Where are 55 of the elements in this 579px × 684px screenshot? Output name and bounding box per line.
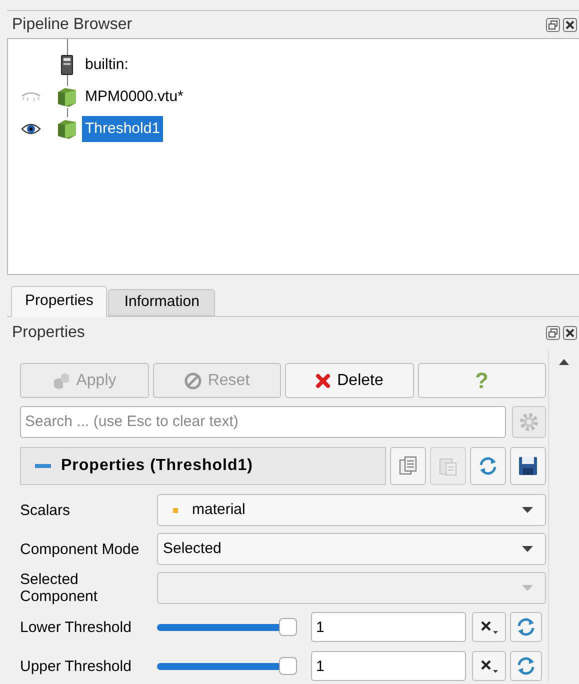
refresh-icon bbox=[515, 616, 537, 638]
panel-title: Properties bbox=[12, 323, 86, 343]
dropdown[interactable]: material bbox=[157, 494, 546, 526]
dropdown[interactable]: Selected bbox=[157, 533, 546, 565]
slider-thumb[interactable] bbox=[279, 618, 297, 636]
property-label: Selected Component bbox=[20, 571, 99, 605]
value-field[interactable]: 1 bbox=[311, 651, 466, 681]
property-label: Upper Threshold bbox=[20, 658, 132, 674]
settings-icon bbox=[519, 412, 539, 432]
cube-icon bbox=[56, 86, 78, 108]
section-header[interactable]: Properties (Threshold1) bbox=[20, 447, 386, 485]
cancel-icon bbox=[184, 372, 202, 390]
cube-icon bbox=[56, 118, 78, 140]
pipeline-item[interactable]: MPM0000.vtu* bbox=[82, 84, 186, 110]
reset-range-button[interactable] bbox=[510, 651, 542, 681]
scale-button[interactable] bbox=[472, 612, 506, 642]
search-field[interactable]: Search ... (use Esc to clear text) bbox=[20, 406, 506, 438]
slider[interactable] bbox=[157, 618, 297, 636]
scroll-up-icon bbox=[559, 359, 569, 365]
pipeline-item[interactable]: Threshold1 bbox=[82, 116, 164, 142]
slider-thumb[interactable] bbox=[279, 657, 297, 675]
tab[interactable]: Properties bbox=[11, 286, 108, 317]
delete-button[interactable]: Delete bbox=[285, 363, 414, 398]
multiply-icon bbox=[480, 658, 498, 674]
property-label: Component Mode bbox=[20, 540, 140, 558]
reset-range-button[interactable] bbox=[510, 612, 542, 642]
float-icon[interactable] bbox=[546, 326, 560, 340]
delete-icon bbox=[315, 372, 332, 388]
paste-icon bbox=[438, 456, 458, 476]
panel-title: Pipeline Browser bbox=[12, 14, 134, 34]
close-icon[interactable] bbox=[563, 18, 577, 32]
refresh-button[interactable] bbox=[470, 447, 506, 485]
dropdown-arrow-icon bbox=[522, 507, 533, 513]
float-icon[interactable] bbox=[546, 18, 560, 32]
cubes-icon bbox=[52, 372, 70, 390]
slider[interactable] bbox=[157, 657, 297, 675]
multiply-icon bbox=[480, 619, 498, 635]
closed-eye-icon[interactable] bbox=[21, 92, 41, 102]
save-button[interactable] bbox=[510, 447, 546, 485]
copy-icon bbox=[398, 456, 418, 476]
refresh-icon bbox=[515, 655, 537, 677]
dropdown-arrow-icon bbox=[522, 546, 533, 552]
pipeline-item[interactable]: builtin: bbox=[82, 52, 132, 78]
save-icon bbox=[517, 455, 539, 477]
dropdown-arrow-icon bbox=[522, 585, 533, 591]
refresh-icon bbox=[477, 455, 499, 477]
eye-icon[interactable] bbox=[21, 123, 41, 135]
scale-button[interactable] bbox=[472, 651, 506, 681]
copy-button[interactable] bbox=[390, 447, 426, 485]
close-icon[interactable] bbox=[563, 326, 577, 340]
value-field[interactable]: 1 bbox=[311, 612, 466, 642]
server-icon bbox=[61, 55, 73, 75]
property-label: Scalars bbox=[20, 502, 72, 518]
tab[interactable]: Information bbox=[108, 289, 216, 316]
property-label: Lower Threshold bbox=[20, 618, 132, 636]
